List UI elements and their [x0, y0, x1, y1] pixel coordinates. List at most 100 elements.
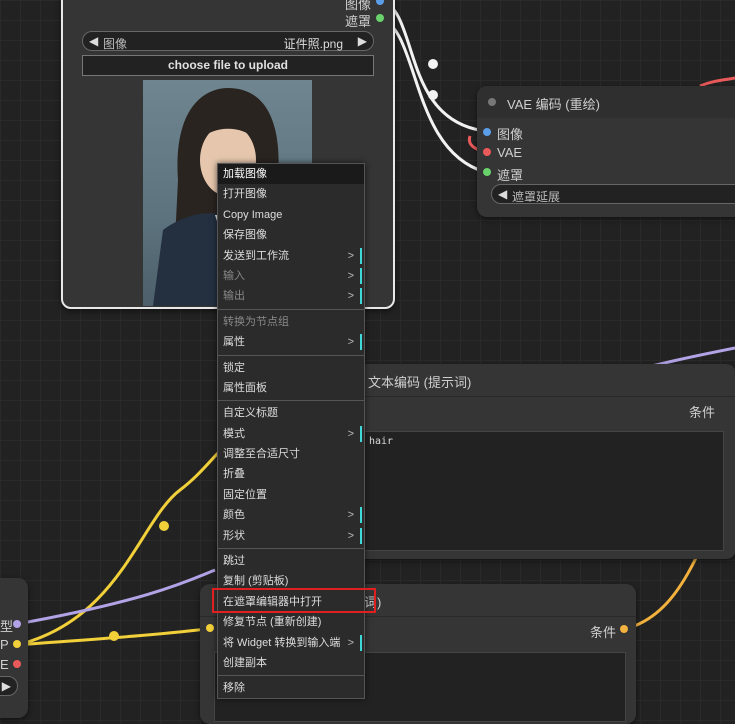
menu-item[interactable]: 模式 > [218, 424, 364, 444]
left-combo[interactable]: ▶ [0, 676, 18, 696]
menu-item-label: 锁定 [223, 361, 245, 374]
menu-item[interactable]: 折叠 [218, 464, 364, 484]
wire-midpoint [428, 90, 438, 100]
output-clip-port[interactable] [13, 640, 21, 648]
menu-item-label: 固定位置 [223, 488, 267, 501]
input-vae-label: VAE [497, 145, 523, 160]
menu-item[interactable]: 自定义标题 [218, 403, 364, 423]
menu-item[interactable]: 颜色 > [218, 505, 364, 525]
submenu-indicator [360, 247, 362, 264]
menu-item-label: Copy Image [223, 208, 283, 221]
menu-item-label: 自定义标题 [223, 407, 278, 420]
chevron-right-icon: > [347, 249, 354, 262]
menu-item[interactable]: 固定位置 [218, 485, 364, 505]
node-status-icon [488, 98, 496, 106]
menu-item-label: 创建副本 [223, 656, 267, 669]
conditioning-output-label-2: 条件 [590, 625, 617, 640]
menu-item[interactable]: 创建副本 [218, 653, 364, 673]
clip-input-port[interactable] [206, 624, 214, 632]
upload-button[interactable]: choose file to upload [82, 55, 374, 76]
menu-item[interactable]: 加载图像 [218, 164, 364, 185]
menu-separator [218, 548, 364, 550]
menu-item[interactable]: Copy Image [218, 205, 364, 225]
menu-item-label: 复制 (剪贴板) [223, 575, 289, 588]
image-combo[interactable]: ◀ 图像 证件照.png ▶ [82, 31, 374, 51]
annotation-highlight-box [212, 588, 376, 613]
chevron-right-icon: > [347, 509, 354, 522]
menu-item[interactable]: 调整至合适尺寸 [218, 444, 364, 464]
menu-item: 转换为节点组 [218, 312, 364, 332]
menu-item[interactable]: 打开图像 [218, 184, 364, 204]
input-mask-label: 遮罩 [497, 168, 524, 183]
menu-item-label: 保存图像 [223, 229, 267, 242]
output-model-label: 型 [0, 619, 14, 634]
menu-item[interactable]: 跳过 [218, 551, 364, 571]
menu-separator [218, 675, 364, 677]
menu-item-label: 打开图像 [223, 188, 267, 201]
submenu-indicator [360, 425, 362, 442]
menu-item[interactable]: 发送到工作流 > [218, 246, 364, 266]
chevron-right-icon: > [347, 336, 354, 349]
menu-item[interactable]: 修复节点 (重新创建) [218, 612, 364, 632]
menu-item-label: 转换为节点组 [223, 315, 289, 328]
arrow-left-icon[interactable]: ◀ [498, 187, 507, 201]
menu-item-label: 修复节点 (重新创建) [223, 616, 322, 629]
menu-item[interactable]: 锁定 [218, 358, 364, 378]
menu-item-label: 形状 [223, 529, 245, 542]
submenu-indicator [360, 288, 362, 305]
menu-item[interactable]: 属性 > [218, 332, 364, 352]
menu-item-label: 模式 [223, 427, 245, 440]
menu-item-label: 输入 [223, 269, 245, 282]
output-model-port[interactable] [13, 620, 21, 628]
chevron-right-icon: > [347, 427, 354, 440]
menu-item-label: 颜色 [223, 509, 245, 522]
menu-item-label: 输出 [223, 290, 245, 303]
wire-midpoint [159, 521, 169, 531]
output-vae-port[interactable] [13, 660, 21, 668]
wire-midpoint [428, 59, 438, 69]
menu-item: 输入 > [218, 266, 364, 286]
menu-item-label: 加载图像 [223, 168, 267, 180]
menu-item[interactable]: 保存图像 [218, 225, 364, 245]
input-mask-port[interactable] [483, 168, 491, 176]
prompt-text: hair [369, 436, 394, 447]
checkpoint-loader-node[interactable]: 型 P E ▶ [0, 578, 28, 718]
mask-expand-combo[interactable]: ◀ 遮罩延展 [491, 184, 735, 204]
arrow-right-icon[interactable]: ▶ [358, 34, 367, 48]
menu-item[interactable]: 属性面板 [218, 378, 364, 398]
menu-item-label: 调整至合适尺寸 [223, 448, 300, 461]
menu-item-label: 属性面板 [223, 381, 267, 394]
menu-separator [218, 308, 364, 310]
clip-text-encode-node[interactable]: 文本编码 (提示词) 条件 hair [350, 364, 735, 559]
input-image-port[interactable] [483, 128, 491, 136]
vae-node-title: VAE 编码 (重绘) [507, 97, 600, 112]
menu-item[interactable]: 形状 > [218, 526, 364, 546]
mask-expand-label: 遮罩延展 [512, 190, 561, 204]
clip-node-title: 文本编码 (提示词) [368, 375, 472, 390]
chevron-right-icon: > [347, 269, 354, 282]
menu-item-label: 跳过 [223, 555, 245, 568]
image-combo-value: 证件照.png [283, 37, 343, 51]
submenu-indicator [360, 507, 362, 524]
conditioning-output-port[interactable] [620, 625, 628, 633]
context-menu: 加载图像打开图像 Copy Image 保存图像发送到工作流 > 输入 > 输出 > 转换为节点… [217, 163, 365, 699]
output-mask-port[interactable] [376, 14, 384, 22]
output-clip-label: P [0, 637, 9, 652]
prompt-textarea[interactable]: hair [364, 431, 724, 551]
vae-encode-node[interactable]: VAE 编码 (重绘) 图像 VAE 遮罩 ◀ 遮罩延展 [477, 86, 735, 217]
menu-separator [218, 400, 364, 402]
input-image-label: 图像 [497, 127, 524, 142]
menu-item-label: 发送到工作流 [223, 249, 289, 262]
arrow-left-icon[interactable]: ◀ [89, 34, 98, 48]
menu-item[interactable]: 移除 [218, 678, 364, 698]
submenu-indicator [360, 527, 362, 544]
menu-item-label: 折叠 [223, 468, 245, 481]
menu-item-label: 移除 [223, 682, 245, 695]
submenu-indicator [360, 267, 362, 284]
output-mask-label: 遮罩 [345, 14, 372, 29]
wire-vae-top [699, 76, 735, 88]
menu-item[interactable]: 将 Widget 转换到输入端 > [218, 633, 364, 653]
input-vae-port[interactable] [483, 148, 491, 156]
conditioning-output-label: 条件 [689, 405, 716, 420]
arrow-right-icon[interactable]: ▶ [2, 679, 11, 693]
